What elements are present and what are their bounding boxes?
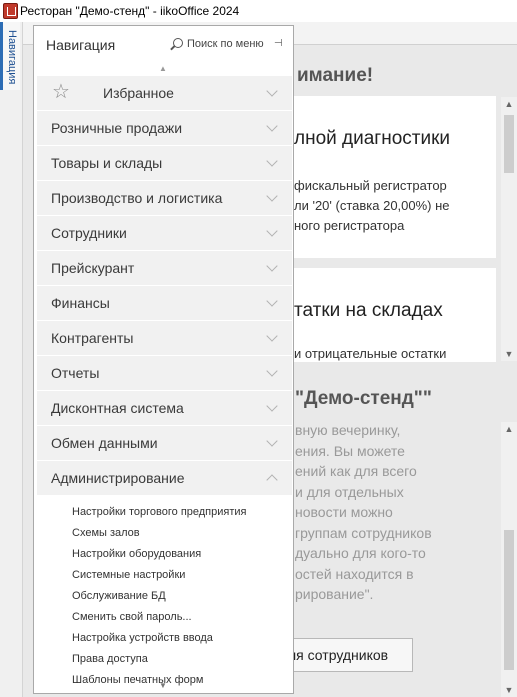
chevron-down-icon — [266, 400, 278, 412]
demo-line: и для отдельных — [295, 483, 404, 500]
menu-search-button[interactable]: Поиск по меню — [173, 38, 264, 50]
admin-item[interactable]: Сменить свой пароль... — [72, 607, 247, 628]
pin-icon[interactable]: ⊣ — [274, 38, 283, 49]
nav-section-label: Сотрудники — [51, 225, 127, 241]
nav-section-retail[interactable]: Розничные продажи — [37, 111, 292, 145]
app-icon — [3, 3, 18, 19]
nav-section-label: Производство и логистика — [51, 190, 223, 206]
demo-line: остей находится в — [295, 565, 414, 582]
nav-section-discount[interactable]: Дисконтная система — [37, 391, 292, 425]
nav-section-goods[interactable]: Товары и склады — [37, 146, 292, 180]
diagnostics-line: ного регистратора — [294, 218, 405, 233]
upper-scrollbar[interactable]: ▲ ▼ — [501, 97, 517, 361]
scroll-down-arrow-icon[interactable]: ▼ — [501, 347, 517, 361]
demo-heading: "Демо-стенд"" — [295, 388, 432, 409]
chevron-down-icon — [266, 225, 278, 237]
chevron-down-icon — [266, 295, 278, 307]
nav-section-label: Обмен данными — [51, 435, 158, 451]
nav-title: Навигация — [46, 37, 116, 53]
window-title: Ресторан "Демо-стенд" - iikoOffice 2024 — [20, 4, 240, 18]
admin-item[interactable]: Настройки торгового предприятия — [72, 502, 247, 523]
nav-section-label: Прейскурант — [51, 260, 135, 276]
chevron-down-icon — [266, 435, 278, 447]
demo-line: ения. Вы можете — [295, 442, 405, 459]
nav-section-label: Избранное — [103, 85, 174, 101]
admin-item[interactable]: Настройка устройств ввода — [72, 628, 247, 649]
nav-section-administration[interactable]: Администрирование — [37, 461, 292, 495]
admin-item[interactable]: Обслуживание БД — [72, 586, 247, 607]
demo-line: новости можно — [295, 504, 393, 520]
demo-line: дуально для кого-то — [295, 545, 426, 561]
stock-card: татки на складах и отрицательные остатки — [294, 268, 496, 362]
stock-title: татки на складах — [294, 300, 443, 321]
nav-section-label: Администрирование — [51, 470, 185, 486]
nav-section-pricelist[interactable]: Прейскурант — [37, 251, 292, 285]
side-tab-strip — [0, 22, 23, 697]
chevron-down-icon — [266, 190, 278, 202]
nav-section-favorites[interactable]: ☆ Избранное — [37, 76, 292, 110]
demo-line: вную вечеринку, — [295, 422, 401, 438]
nav-header: Навигация Поиск по меню ⊣ — [34, 26, 293, 62]
scroll-up-arrow-icon[interactable]: ▲ — [501, 97, 517, 111]
nav-section-label: Товары и склады — [51, 155, 163, 171]
stock-text: и отрицательные остатки — [294, 346, 447, 361]
navigation-panel: Навигация Поиск по меню ⊣ ▲ ☆ Избранное … — [33, 25, 294, 694]
chevron-down-icon — [266, 365, 278, 377]
scroll-thumb[interactable] — [504, 530, 514, 670]
side-tab-label: Навигация — [6, 30, 18, 85]
employee-button[interactable]: ля сотрудников — [277, 638, 413, 672]
nav-section-production[interactable]: Производство и логистика — [37, 181, 292, 215]
title-bar: Ресторан "Демо-стенд" - iikoOffice 2024 — [0, 0, 517, 23]
diagnostics-card: лной диагностики фискальный регистратор … — [294, 96, 496, 258]
attention-heading: имание! — [297, 65, 374, 86]
diagnostics-line: фискальный регистратор — [294, 178, 447, 193]
diagnostics-line: ли '20' (ставка 20,00%) не — [294, 198, 450, 213]
diagnostics-text: фискальный регистратор ли '20' (ставка 2… — [294, 176, 450, 236]
chevron-down-icon — [266, 330, 278, 342]
scroll-thumb[interactable] — [504, 115, 514, 173]
admin-item[interactable]: Настройки оборудования — [72, 544, 247, 565]
nav-section-reports[interactable]: Отчеты — [37, 356, 292, 390]
nav-section-finance[interactable]: Финансы — [37, 286, 292, 320]
star-icon: ☆ — [52, 81, 70, 103]
nav-scroll-down-icon[interactable]: ▼ — [159, 681, 167, 690]
chevron-up-icon — [266, 474, 278, 486]
nav-section-employees[interactable]: Сотрудники — [37, 216, 292, 250]
nav-section-data-exchange[interactable]: Обмен данными — [37, 426, 292, 460]
scroll-down-arrow-icon[interactable]: ▼ — [501, 683, 517, 697]
chevron-down-icon — [266, 260, 278, 272]
nav-sections: ☆ Избранное Розничные продажи Товары и с… — [37, 76, 292, 496]
side-tab-navigation[interactable]: Навигация — [0, 22, 20, 90]
chevron-down-icon — [266, 120, 278, 132]
admin-item[interactable]: Схемы залов — [72, 523, 247, 544]
diagnostics-title: лной диагностики — [294, 128, 451, 149]
demo-line: группам сотрудников — [295, 524, 432, 541]
nav-section-counterparties[interactable]: Контрагенты — [37, 321, 292, 355]
admin-item[interactable]: Системные настройки — [72, 565, 247, 586]
scroll-up-arrow-icon[interactable]: ▲ — [501, 422, 517, 436]
demo-text: вную вечеринку, ения. Вы можете ений как… — [295, 420, 432, 605]
administration-items: Настройки торгового предприятия Схемы за… — [72, 502, 247, 691]
demo-line: рирование". — [295, 586, 374, 602]
search-icon — [173, 38, 183, 48]
nav-section-label: Дисконтная система — [51, 400, 184, 416]
menu-search-label: Поиск по меню — [187, 38, 264, 50]
demo-line: ений как для всего — [295, 463, 417, 479]
admin-item[interactable]: Права доступа — [72, 649, 247, 670]
nav-section-label: Розничные продажи — [51, 120, 183, 136]
lower-scrollbar[interactable]: ▲ ▼ — [501, 422, 517, 697]
nav-scroll-up-icon[interactable]: ▲ — [159, 64, 167, 73]
chevron-down-icon — [266, 85, 278, 97]
nav-section-label: Финансы — [51, 295, 110, 311]
nav-section-label: Контрагенты — [51, 330, 134, 346]
chevron-down-icon — [266, 155, 278, 167]
nav-section-label: Отчеты — [51, 365, 100, 381]
